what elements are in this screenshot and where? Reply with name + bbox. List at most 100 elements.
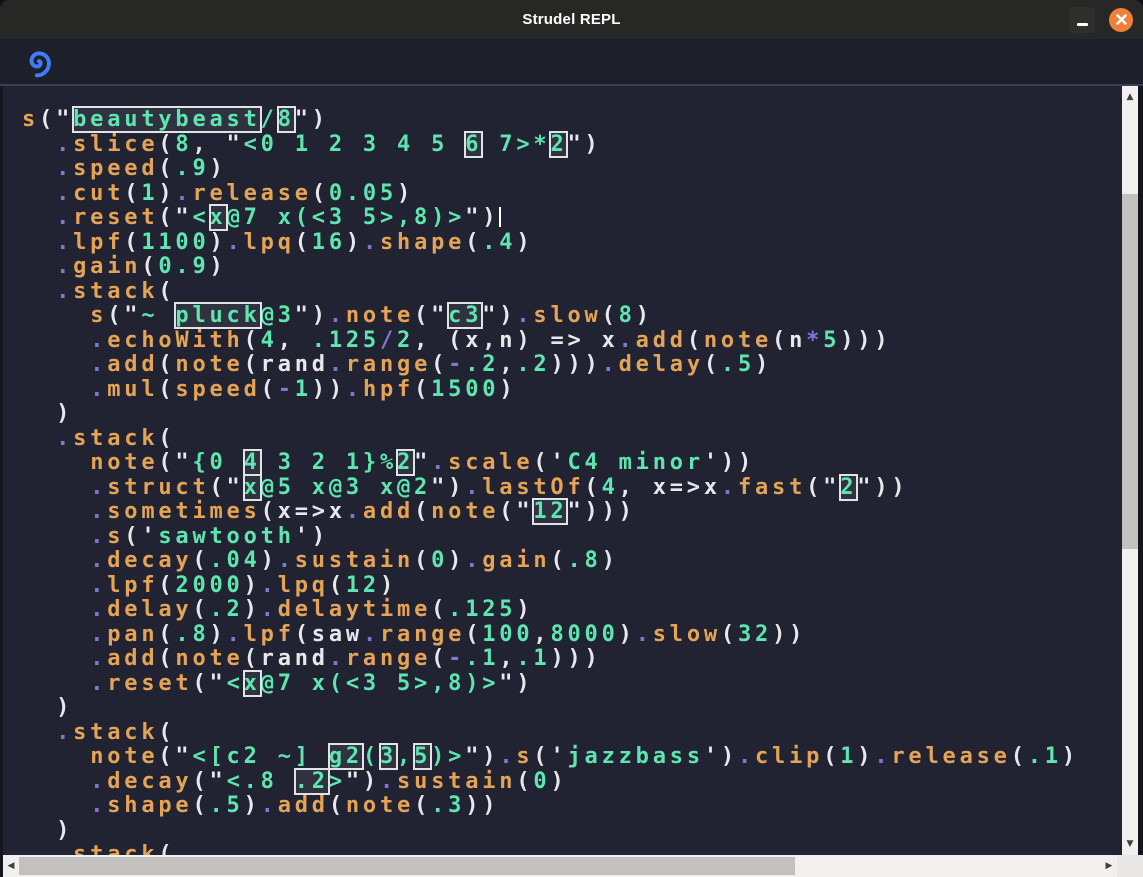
code-token: (	[158, 132, 175, 157]
code-line[interactable]: .add(note(rand.range(-.1,.1)))	[22, 647, 1122, 672]
code-token: )	[210, 622, 227, 647]
scroll-up-arrow-icon[interactable]: ▲	[1122, 88, 1138, 106]
code-token: (	[124, 181, 141, 206]
code-line[interactable]: .sometimes(x=>x.add(note("12")))	[22, 500, 1122, 525]
code-line[interactable]: .pan(.8).lpf(saw.range(100,8000).slow(32…	[22, 623, 1122, 648]
code-line[interactable]: .lpf(1100).lpq(16).shape(.4)	[22, 231, 1122, 256]
code-token: saw	[312, 622, 363, 647]
code-line[interactable]: s("beautybeast/8")	[22, 108, 1122, 133]
code-token: .	[261, 793, 278, 818]
code-line[interactable]: .s('sawtooth')	[22, 525, 1122, 550]
code-line[interactable]: .add(note(rand.range(-.2,.2))).delay(.5)	[22, 353, 1122, 378]
code-line[interactable]: .stack(	[22, 280, 1122, 305]
highlighted-token: 6	[465, 132, 482, 157]
code-token	[22, 499, 90, 524]
titlebar[interactable]: Strudel REPL	[0, 0, 1143, 39]
minimize-button[interactable]	[1069, 7, 1095, 33]
code-token: .	[90, 352, 107, 377]
code-token: @3	[261, 303, 295, 328]
code-token: (	[158, 279, 175, 304]
code-line[interactable]: note("{0 4 3 2 1}%2".scale('C4 minor'))	[22, 451, 1122, 476]
code-token: "))	[857, 475, 908, 500]
code-token: 7>*	[482, 132, 550, 157]
code-line[interactable]: .struct("x@5 x@3 x@2").lastOf(4, x=>x.fa…	[22, 476, 1122, 501]
code-token: 8	[619, 303, 636, 328]
code-token	[22, 475, 90, 500]
code-line[interactable]: .lpf(2000).lpq(12)	[22, 574, 1122, 599]
code-line[interactable]: s("~ pluck@3").note("c3").slow(8)	[22, 304, 1122, 329]
vertical-scrollbar[interactable]: ▲ ▼	[1122, 86, 1143, 855]
code-line[interactable]: .decay("<.8 .2>").sustain(0)	[22, 770, 1122, 795]
code-line[interactable]: )	[22, 402, 1122, 427]
close-button[interactable]	[1109, 8, 1133, 32]
code-token: /	[380, 328, 397, 353]
code-token: fast	[738, 475, 806, 500]
code-token: rand	[261, 352, 329, 377]
code-line[interactable]: .gain(0.9)	[22, 255, 1122, 280]
code-token: .	[721, 475, 738, 500]
code-token: .125	[312, 328, 380, 353]
horizontal-scrollbar[interactable]: ◀ ▶	[0, 855, 1143, 877]
scroll-down-arrow-icon[interactable]: ▼	[1122, 835, 1138, 853]
code-line[interactable]: .reset("<x@7 x(<3 5>,8)>")	[22, 206, 1122, 231]
code-token: (	[414, 499, 431, 524]
highlighted-token: 8	[278, 107, 295, 132]
code-token: mul	[107, 377, 158, 402]
code-token: .	[278, 548, 295, 573]
code-token: )	[1062, 744, 1079, 769]
scroll-right-arrow-icon[interactable]: ▶	[1101, 855, 1117, 877]
code-line[interactable]: .decay(.04).sustain(0).gain(.8)	[22, 549, 1122, 574]
code-token: )	[516, 230, 533, 255]
code-token: .	[90, 548, 107, 573]
horizontal-scrollbar-track[interactable]	[19, 855, 1101, 877]
titlebar-buttons	[1069, 0, 1133, 39]
code-token: )	[602, 548, 619, 573]
code-token: )	[22, 695, 73, 720]
code-token: add	[107, 646, 158, 671]
code-token: <[c2 ~]	[192, 744, 328, 769]
code-token: .	[56, 279, 73, 304]
code-line[interactable]: .slice(8, "<0 1 2 3 4 5 6 7>*2")	[22, 133, 1122, 158]
highlighted-token: .2	[295, 769, 329, 794]
code-token: ,	[533, 622, 550, 647]
code-token: (	[585, 475, 602, 500]
code-token: <.8	[227, 769, 295, 794]
code-token: delay	[619, 352, 704, 377]
code-line[interactable]: .stack(	[22, 843, 1122, 855]
code-token: (	[192, 793, 209, 818]
code-line[interactable]: note("<[c2 ~] g2(3,5)>").s('jazzbass').c…	[22, 745, 1122, 770]
code-token: s	[22, 107, 39, 132]
code-token: 1100	[141, 230, 209, 255]
code-token: ("	[158, 450, 192, 475]
code-line[interactable]: .echoWith(4, .125/2, (x,n) => x.add(note…	[22, 329, 1122, 354]
vertical-scrollbar-thumb[interactable]	[1122, 194, 1138, 549]
code-line[interactable]: .reset("<x@7 x(<3 5>,8)>")	[22, 672, 1122, 697]
code-token: 100	[482, 622, 533, 647]
code-line[interactable]: .cut(1).release(0.05)	[22, 182, 1122, 207]
code-line[interactable]: .stack(	[22, 427, 1122, 452]
code-token: '))	[704, 450, 755, 475]
code-token: (	[158, 573, 175, 598]
code-token: 8	[175, 132, 192, 157]
strudel-spiral-logo-icon[interactable]	[20, 44, 56, 80]
code-token: 0.05	[329, 181, 397, 206]
code-token: ,	[499, 646, 516, 671]
code-line[interactable]: .delay(.2).delaytime(.125)	[22, 598, 1122, 623]
code-line[interactable]: )	[22, 696, 1122, 721]
highlighted-token: 12	[533, 499, 567, 524]
code-token: release	[192, 181, 311, 206]
code-line[interactable]: .shape(.5).add(note(.3))	[22, 794, 1122, 819]
code-token: .	[56, 720, 73, 745]
code-area[interactable]: s("beautybeast/8") .slice(8, "<0 1 2 3 4…	[3, 86, 1122, 855]
code-line[interactable]: .stack(	[22, 721, 1122, 746]
code-token: (	[141, 254, 158, 279]
code-line[interactable]: .speed(.9)	[22, 157, 1122, 182]
code-token: note	[431, 499, 499, 524]
code-token: ))	[465, 793, 499, 818]
horizontal-scrollbar-thumb[interactable]	[19, 857, 795, 875]
code-token: add	[636, 328, 687, 353]
code-token: .8	[175, 622, 209, 647]
code-line[interactable]: )	[22, 819, 1122, 844]
code-line[interactable]: .mul(speed(-1)).hpf(1500)	[22, 378, 1122, 403]
scroll-left-arrow-icon[interactable]: ◀	[3, 855, 19, 877]
